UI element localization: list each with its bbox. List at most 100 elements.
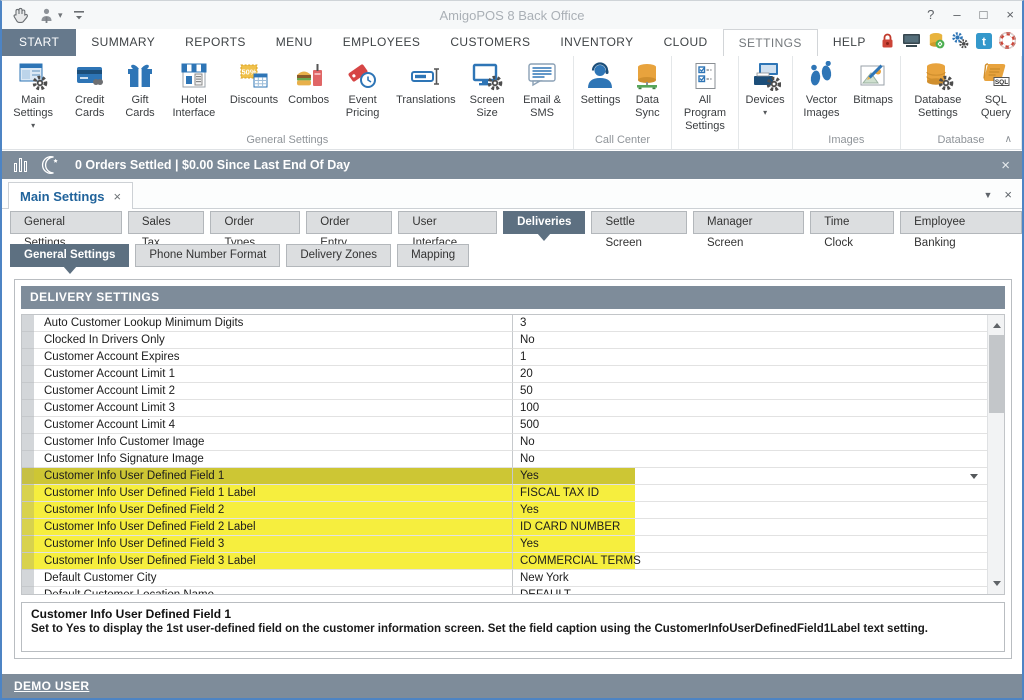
ribbon-credit-cards-button[interactable]: Credit Cards — [62, 58, 117, 120]
close-button[interactable]: × — [1006, 1, 1014, 29]
alert-close-icon[interactable]: × — [1001, 157, 1010, 174]
support-lifesaver-icon[interactable] — [999, 32, 1016, 49]
ribbon-discounts-button[interactable]: 50% Discounts — [225, 58, 283, 107]
ribbon-all-program-settings-button[interactable]: All Program Settings — [674, 58, 735, 134]
setting-value[interactable]: New York — [513, 570, 987, 587]
setting-value[interactable]: 20 — [513, 366, 987, 383]
tab-settle-screen[interactable]: Settle Screen — [591, 211, 687, 234]
database-sync-icon[interactable] — [928, 32, 945, 49]
end-of-day-moon-icon[interactable] — [41, 155, 61, 175]
setting-row[interactable]: Customer Account Expires1 — [22, 349, 987, 366]
ribbon-combos-button[interactable]: Combos — [283, 58, 334, 107]
gears-icon[interactable] — [952, 32, 969, 49]
ribbon-sql-query-button[interactable]: SQL SQL Query — [973, 58, 1019, 120]
ribbon-database-settings-button[interactable]: Database Settings — [903, 58, 973, 120]
setting-row[interactable]: Customer Info User Defined Field 2Yes — [22, 502, 987, 519]
tab-list-dropdown-icon[interactable]: ▼ — [983, 190, 992, 200]
setting-value[interactable]: Yes — [513, 468, 987, 485]
setting-row[interactable]: Auto Customer Lookup Minimum Digits3 — [22, 315, 987, 332]
setting-row[interactable]: Customer Account Limit 120 — [22, 366, 987, 383]
ribbon-email-sms-button[interactable]: Email & SMS — [514, 58, 571, 120]
document-tab-close-icon[interactable]: × — [114, 189, 122, 204]
setting-value[interactable]: COMMERCIAL TERMS — [513, 553, 987, 570]
tab-general-settings[interactable]: General Settings — [10, 211, 122, 234]
tab-order-entry[interactable]: Order Entry — [306, 211, 392, 234]
setting-value[interactable]: ID CARD NUMBER — [513, 519, 987, 536]
tab-strip-close-icon[interactable]: × — [1004, 187, 1012, 202]
setting-value[interactable]: Yes — [513, 502, 987, 519]
tab-phone-number-format[interactable]: Phone Number Format — [135, 244, 280, 267]
scroll-up-icon[interactable] — [988, 315, 1005, 332]
setting-value[interactable]: No — [513, 332, 987, 349]
tab-deliveries[interactable]: Deliveries — [503, 211, 585, 234]
tab-employee-banking[interactable]: Employee Banking — [900, 211, 1022, 234]
menu-tab-inventory[interactable]: INVENTORY — [545, 29, 648, 56]
ribbon-event-pricing-button[interactable]: Event Pricing — [334, 58, 391, 120]
setting-row[interactable]: Customer Info User Defined Field 3Yes — [22, 536, 987, 553]
setting-value[interactable]: No — [513, 434, 987, 451]
ribbon-vector-images-button[interactable]: Vector Images — [795, 58, 849, 120]
setting-value[interactable]: 3 — [513, 315, 987, 332]
computer-icon[interactable] — [902, 33, 921, 48]
twitter-icon[interactable]: t — [976, 33, 992, 49]
menu-tab-summary[interactable]: SUMMARY — [76, 29, 170, 56]
setting-row[interactable]: Clocked In Drivers OnlyNo — [22, 332, 987, 349]
scroll-down-icon[interactable] — [988, 577, 1005, 594]
setting-row[interactable]: Customer Account Limit 4500 — [22, 417, 987, 434]
setting-row[interactable]: Customer Info User Defined Field 1Yes — [22, 468, 987, 485]
menu-tab-start[interactable]: START — [2, 29, 76, 56]
menu-tab-settings[interactable]: SETTINGS — [723, 29, 818, 56]
setting-row[interactable]: Customer Info Customer ImageNo — [22, 434, 987, 451]
setting-value[interactable]: DEFAULT — [513, 587, 987, 595]
setting-value[interactable]: 500 — [513, 417, 987, 434]
setting-value[interactable]: 1 — [513, 349, 987, 366]
ribbon-gift-cards-button[interactable]: Gift Cards — [117, 58, 163, 120]
ribbon-screen-size-button[interactable]: Screen Size — [461, 58, 514, 120]
tab-delivery-zones[interactable]: Delivery Zones — [286, 244, 391, 267]
setting-row[interactable]: Customer Account Limit 250 — [22, 383, 987, 400]
setting-row[interactable]: Default Customer Location NameDEFAULT — [22, 587, 987, 595]
tab-manager-screen[interactable]: Manager Screen — [693, 211, 804, 234]
tab-user-interface[interactable]: User Interface — [398, 211, 497, 234]
document-tab-main-settings[interactable]: Main Settings × — [8, 182, 133, 209]
menu-tab-reports[interactable]: REPORTS — [170, 29, 261, 56]
setting-value[interactable]: No — [513, 451, 987, 468]
value-dropdown-icon[interactable] — [970, 474, 978, 483]
vertical-scrollbar[interactable] — [987, 315, 1004, 594]
ribbon-data-sync-button[interactable]: Data Sync — [625, 58, 669, 120]
menu-tab-menu[interactable]: MENU — [261, 29, 328, 56]
menu-tab-cloud[interactable]: CLOUD — [649, 29, 723, 56]
tab-time-clock[interactable]: Time Clock — [810, 211, 894, 234]
setting-row[interactable]: Customer Info User Defined Field 2 Label… — [22, 519, 987, 536]
maximize-button[interactable]: □ — [980, 1, 988, 29]
setting-row[interactable]: Customer Info Signature ImageNo — [22, 451, 987, 468]
setting-row[interactable]: Customer Account Limit 3100 — [22, 400, 987, 417]
menu-tab-help[interactable]: HELP — [818, 29, 881, 56]
ribbon-callcenter-settings-button[interactable]: Settings — [576, 58, 626, 107]
tab-sales-tax[interactable]: Sales Tax — [128, 211, 205, 234]
ribbon-bitmaps-button[interactable]: Bitmaps — [848, 58, 898, 107]
lock-icon[interactable] — [880, 32, 895, 49]
ribbon-translations-button[interactable]: Translations — [391, 58, 461, 107]
minimize-button[interactable]: – — [953, 1, 960, 29]
setting-value[interactable]: Yes — [513, 536, 987, 553]
setting-value[interactable]: 50 — [513, 383, 987, 400]
user-pin-icon[interactable]: ▾ — [40, 8, 63, 23]
ribbon-main-settings-button[interactable]: Main Settings ▾ — [4, 58, 62, 130]
ribbon-hotel-interface-button[interactable]: Hotel Interface — [163, 58, 225, 120]
menu-tab-employees[interactable]: EMPLOYEES — [328, 29, 436, 56]
setting-value[interactable]: 100 — [513, 400, 987, 417]
hand-cursor-icon[interactable] — [10, 6, 30, 24]
scrollbar-thumb[interactable] — [989, 335, 1004, 413]
setting-row[interactable]: Customer Info User Defined Field 1 Label… — [22, 485, 987, 502]
menu-tab-customers[interactable]: CUSTOMERS — [435, 29, 545, 56]
tab-mapping[interactable]: Mapping — [397, 244, 469, 267]
quick-access-toolbar-icon[interactable] — [73, 9, 85, 21]
setting-value[interactable]: FISCAL TAX ID — [513, 485, 987, 502]
help-button[interactable]: ? — [927, 1, 934, 29]
setting-row[interactable]: Default Customer CityNew York — [22, 570, 987, 587]
ribbon-collapse-icon[interactable]: ∧ — [1005, 134, 1012, 145]
setting-row[interactable]: Customer Info User Defined Field 3 Label… — [22, 553, 987, 570]
tab-general-settings[interactable]: General Settings — [10, 244, 129, 267]
current-user-link[interactable]: DEMO USER — [14, 679, 89, 693]
